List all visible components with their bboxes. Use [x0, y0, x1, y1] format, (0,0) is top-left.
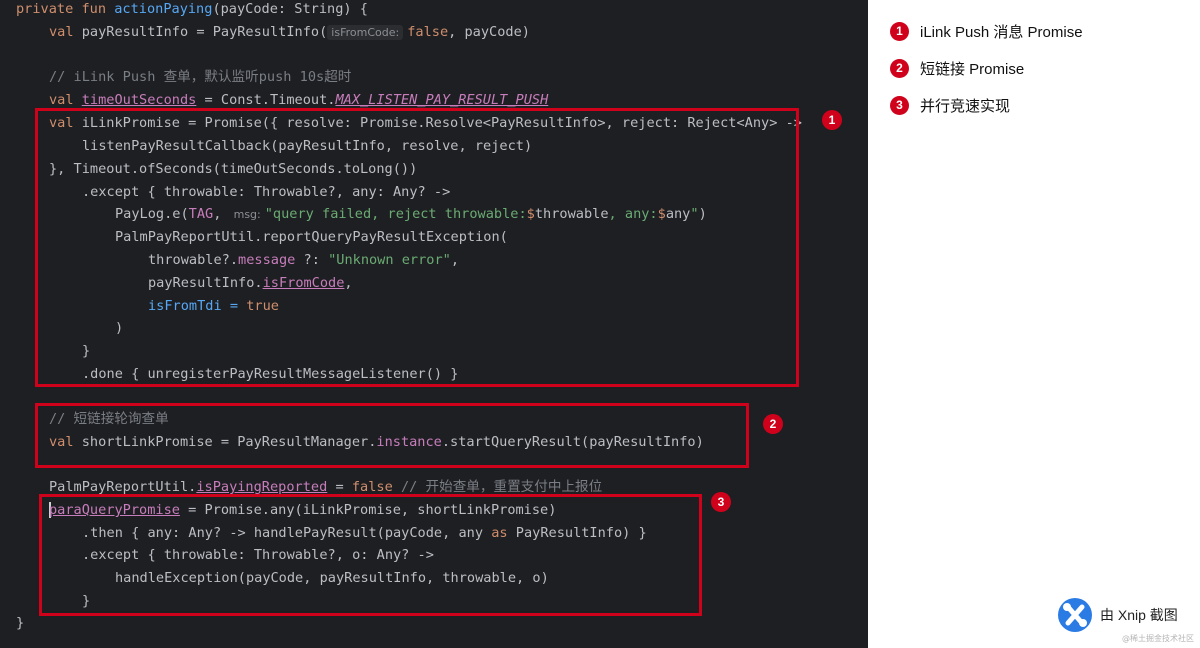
- marker-3: 3: [711, 492, 731, 512]
- code-token: PalmPayReportUtil.: [49, 479, 197, 495]
- code-token: isPayingReported: [196, 479, 328, 495]
- xnip-label: 由 Xnip 截图: [1100, 607, 1178, 623]
- highlight-box-3: [39, 494, 702, 616]
- code-token: = Const.Timeout.: [196, 92, 336, 108]
- inlay-hint: isFromCode:: [327, 25, 404, 40]
- legend-number-3: 3: [890, 95, 909, 115]
- code-token: }: [16, 615, 25, 631]
- xnip-logo-icon: [1058, 598, 1092, 632]
- legend-item: 1 iLink Push 消息 Promise: [890, 19, 1083, 43]
- code-comment: // iLink Push 查单，默认监听push 10s超时: [49, 69, 352, 85]
- code-token: , payCode): [448, 24, 530, 40]
- code-token: actionPaying: [114, 1, 213, 17]
- code-line: private fun actionPaying(payCode: String…: [16, 0, 368, 21]
- highlight-box-2: [35, 403, 749, 468]
- legend-panel: 1 iLink Push 消息 Promise 2 短链接 Promise 3 …: [868, 0, 1200, 648]
- legend-label: iLink Push 消息 Promise: [920, 23, 1083, 41]
- code-token: MAX_LISTEN_PAY_RESULT_PUSH: [335, 92, 549, 108]
- marker-2: 2: [763, 414, 783, 434]
- legend-item: 2 短链接 Promise: [890, 56, 1024, 80]
- code-token: val: [49, 92, 82, 108]
- code-line: }: [16, 612, 24, 635]
- code-token: payResultInfo = PayResultInfo(: [81, 24, 328, 40]
- marker-1: 1: [822, 110, 842, 130]
- code-line: // iLink Push 查单，默认监听push 10s超时: [49, 66, 351, 89]
- code-token: false: [407, 24, 449, 40]
- code-line: val payResultInfo = PayResultInfo(isFrom…: [49, 21, 530, 44]
- code-editor[interactable]: private fun actionPaying(payCode: String…: [0, 0, 868, 648]
- xnip-watermark: 由 Xnip 截图: [1058, 598, 1178, 632]
- code-comment: // 开始查单，重置支付中上报位: [392, 479, 603, 495]
- legend-label: 短链接 Promise: [920, 60, 1025, 78]
- site-watermark: @稀土掘金技术社区: [1122, 634, 1194, 643]
- legend-item: 3 并行竞速实现: [890, 93, 1010, 117]
- highlight-box-1: [35, 108, 799, 387]
- legend-number-2: 2: [890, 58, 909, 78]
- code-token: timeOutSeconds: [81, 92, 197, 108]
- code-token: (payCode: String) {: [212, 1, 368, 17]
- code-token: val: [49, 24, 82, 40]
- code-token: =: [327, 479, 352, 495]
- code-token: false: [351, 479, 393, 495]
- legend-label: 并行竞速实现: [920, 97, 1011, 115]
- legend-number-1: 1: [890, 21, 909, 41]
- code-token: private fun: [16, 1, 115, 17]
